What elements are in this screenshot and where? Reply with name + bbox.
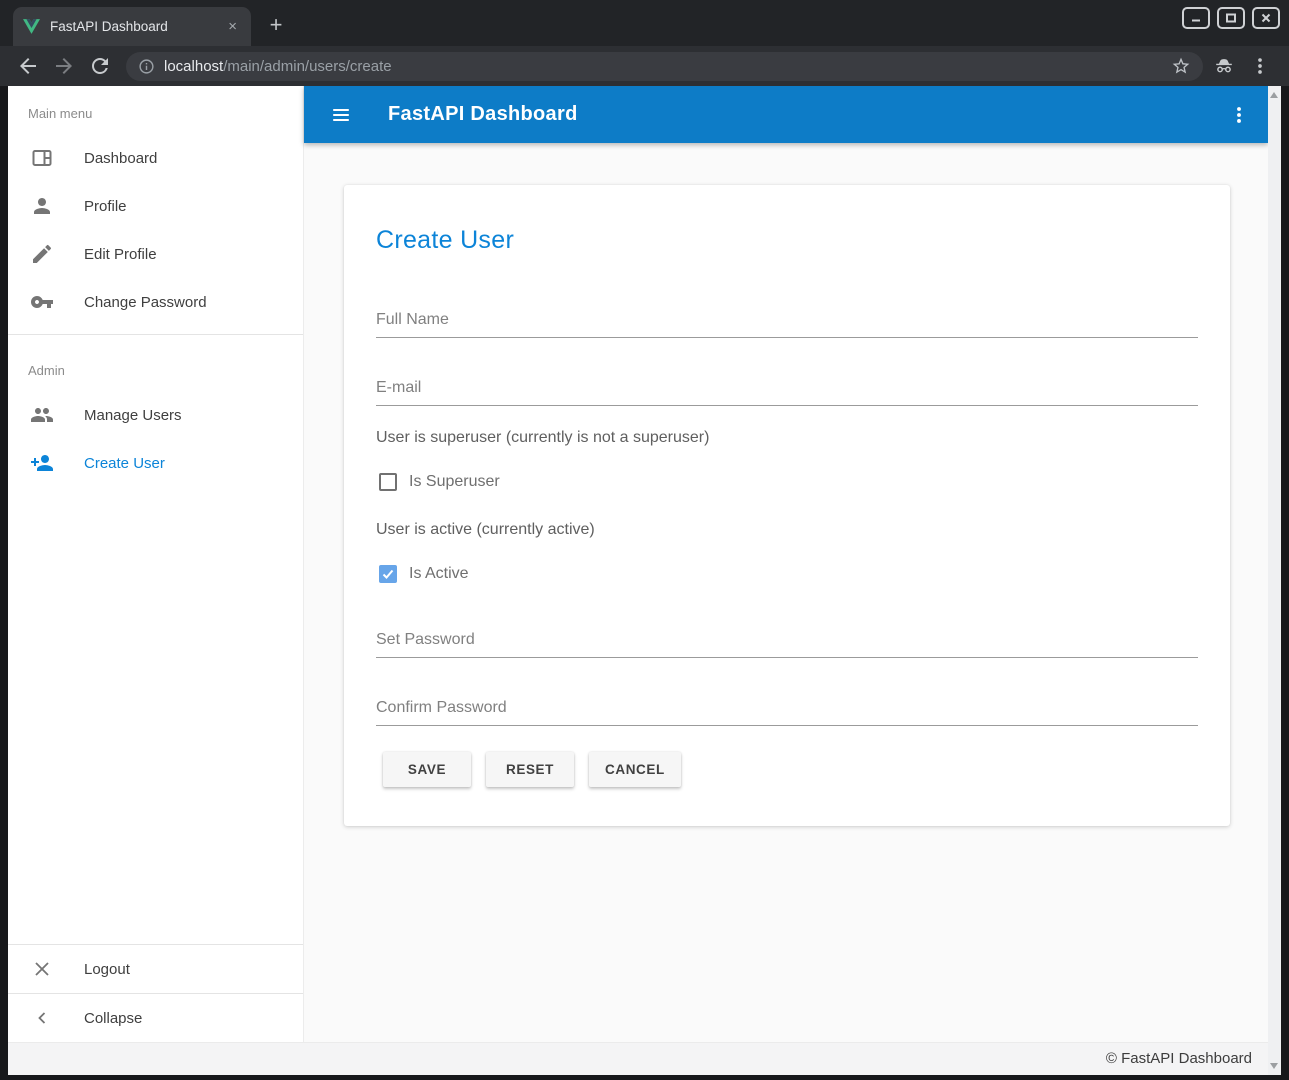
key-icon [30, 290, 54, 314]
maximize-button[interactable] [1217, 7, 1245, 29]
page-footer: © FastAPI Dashboard [8, 1042, 1268, 1075]
active-hint: User is active (currently active) [376, 520, 1198, 539]
browser-tab[interactable]: FastAPI Dashboard × [13, 7, 251, 46]
confirm-password-input[interactable] [376, 699, 1198, 726]
is-active-checkbox[interactable] [379, 565, 397, 583]
browser-toolbar: localhost/main/admin/users/create [0, 46, 1289, 86]
scrollbar-down-arrow-icon[interactable] [1270, 1063, 1278, 1069]
person-icon [30, 194, 54, 218]
form-actions: SAVE RESET CANCEL [383, 752, 1198, 787]
incognito-icon [1213, 55, 1235, 77]
checkbox-label: Is Active [409, 565, 469, 583]
sidebar-item-label: Manage Users [84, 407, 182, 424]
browser-menu-kebab-icon[interactable] [1249, 55, 1271, 77]
checkbox-label: Is Superuser [409, 473, 500, 491]
toolbar-right [1213, 55, 1279, 77]
create-user-card: Create User User is superuser (currently… [344, 185, 1230, 826]
sidebar-item-create-user[interactable]: Create User [8, 439, 303, 487]
url-path: /main/admin/users/create [223, 58, 391, 75]
vue-logo-favicon [23, 19, 40, 34]
new-tab-button[interactable]: + [262, 12, 290, 40]
browser-tab-strip: FastAPI Dashboard × + [0, 0, 1289, 46]
set-password-input[interactable] [376, 631, 1198, 658]
full-name-input[interactable] [376, 311, 1198, 338]
sidebar-item-label: Change Password [84, 294, 207, 311]
sidebar-item-label: Create User [84, 455, 165, 472]
chevron-left-icon [30, 1006, 54, 1030]
bookmark-star-icon[interactable] [1171, 56, 1191, 76]
sidebar-item-label: Logout [84, 961, 130, 978]
url-host: localhost [164, 58, 223, 75]
window-controls [1182, 7, 1280, 29]
email-input[interactable] [376, 379, 1198, 406]
close-x-icon [30, 957, 54, 981]
save-button[interactable]: SAVE [383, 752, 471, 787]
appbar-kebab-icon[interactable] [1228, 104, 1250, 126]
address-bar[interactable]: localhost/main/admin/users/create [126, 52, 1203, 81]
person-add-icon [30, 451, 54, 475]
active-checkbox-row: Is Active [379, 564, 1198, 584]
full-name-field [376, 311, 1198, 338]
back-icon[interactable] [16, 54, 40, 78]
forward-icon[interactable] [52, 54, 76, 78]
main-content: FastAPI Dashboard Create User User is su… [304, 86, 1268, 1042]
minimize-button[interactable] [1182, 7, 1210, 29]
set-password-field [376, 631, 1198, 658]
sidebar-item-label: Dashboard [84, 150, 157, 167]
scrollbar-up-arrow-icon[interactable] [1270, 92, 1278, 98]
email-field [376, 379, 1198, 406]
people-icon [30, 403, 54, 427]
hamburger-menu-icon[interactable] [330, 104, 352, 126]
is-superuser-checkbox[interactable] [379, 473, 397, 491]
sidebar-divider [8, 334, 303, 335]
app-bar: FastAPI Dashboard [304, 86, 1268, 143]
superuser-checkbox-row: Is Superuser [379, 472, 1198, 492]
site-info-icon[interactable] [138, 58, 155, 75]
page-viewport: Main menu Dashboard Profile Edit Profile… [8, 86, 1281, 1075]
sidebar-item-logout[interactable]: Logout [8, 945, 303, 993]
sidebar-item-label: Collapse [84, 1010, 142, 1027]
cancel-button[interactable]: CANCEL [589, 752, 681, 787]
sidebar-section-header-admin: Admin [8, 343, 303, 391]
superuser-hint: User is superuser (currently is not a su… [376, 428, 1198, 447]
tab-close-icon[interactable]: × [224, 18, 241, 35]
sidebar-item-manage-users[interactable]: Manage Users [8, 391, 303, 439]
copyright-text: © FastAPI Dashboard [1106, 1050, 1252, 1067]
checkmark-icon [381, 567, 395, 581]
sidebar-item-edit-profile[interactable]: Edit Profile [8, 230, 303, 278]
sidebar-section-header-main: Main menu [8, 86, 303, 134]
sidebar-item-profile[interactable]: Profile [8, 182, 303, 230]
sidebar-bottom: Logout Collapse [8, 944, 303, 1042]
appbar-title: FastAPI Dashboard [388, 103, 578, 126]
refresh-icon[interactable] [88, 54, 112, 78]
pencil-icon [30, 242, 54, 266]
sidebar-item-collapse[interactable]: Collapse [8, 994, 303, 1042]
sidebar-item-label: Profile [84, 198, 127, 215]
sidebar-item-change-password[interactable]: Change Password [8, 278, 303, 326]
sidebar: Main menu Dashboard Profile Edit Profile… [8, 86, 304, 1042]
sidebar-item-label: Edit Profile [84, 246, 157, 263]
reset-button[interactable]: RESET [486, 752, 574, 787]
dashboard-icon [30, 146, 54, 170]
close-button[interactable] [1252, 7, 1280, 29]
tab-title: FastAPI Dashboard [50, 19, 224, 34]
vertical-scrollbar[interactable] [1268, 86, 1281, 1075]
confirm-password-field [376, 699, 1198, 726]
sidebar-item-dashboard[interactable]: Dashboard [8, 134, 303, 182]
page-title: Create User [376, 226, 1198, 255]
